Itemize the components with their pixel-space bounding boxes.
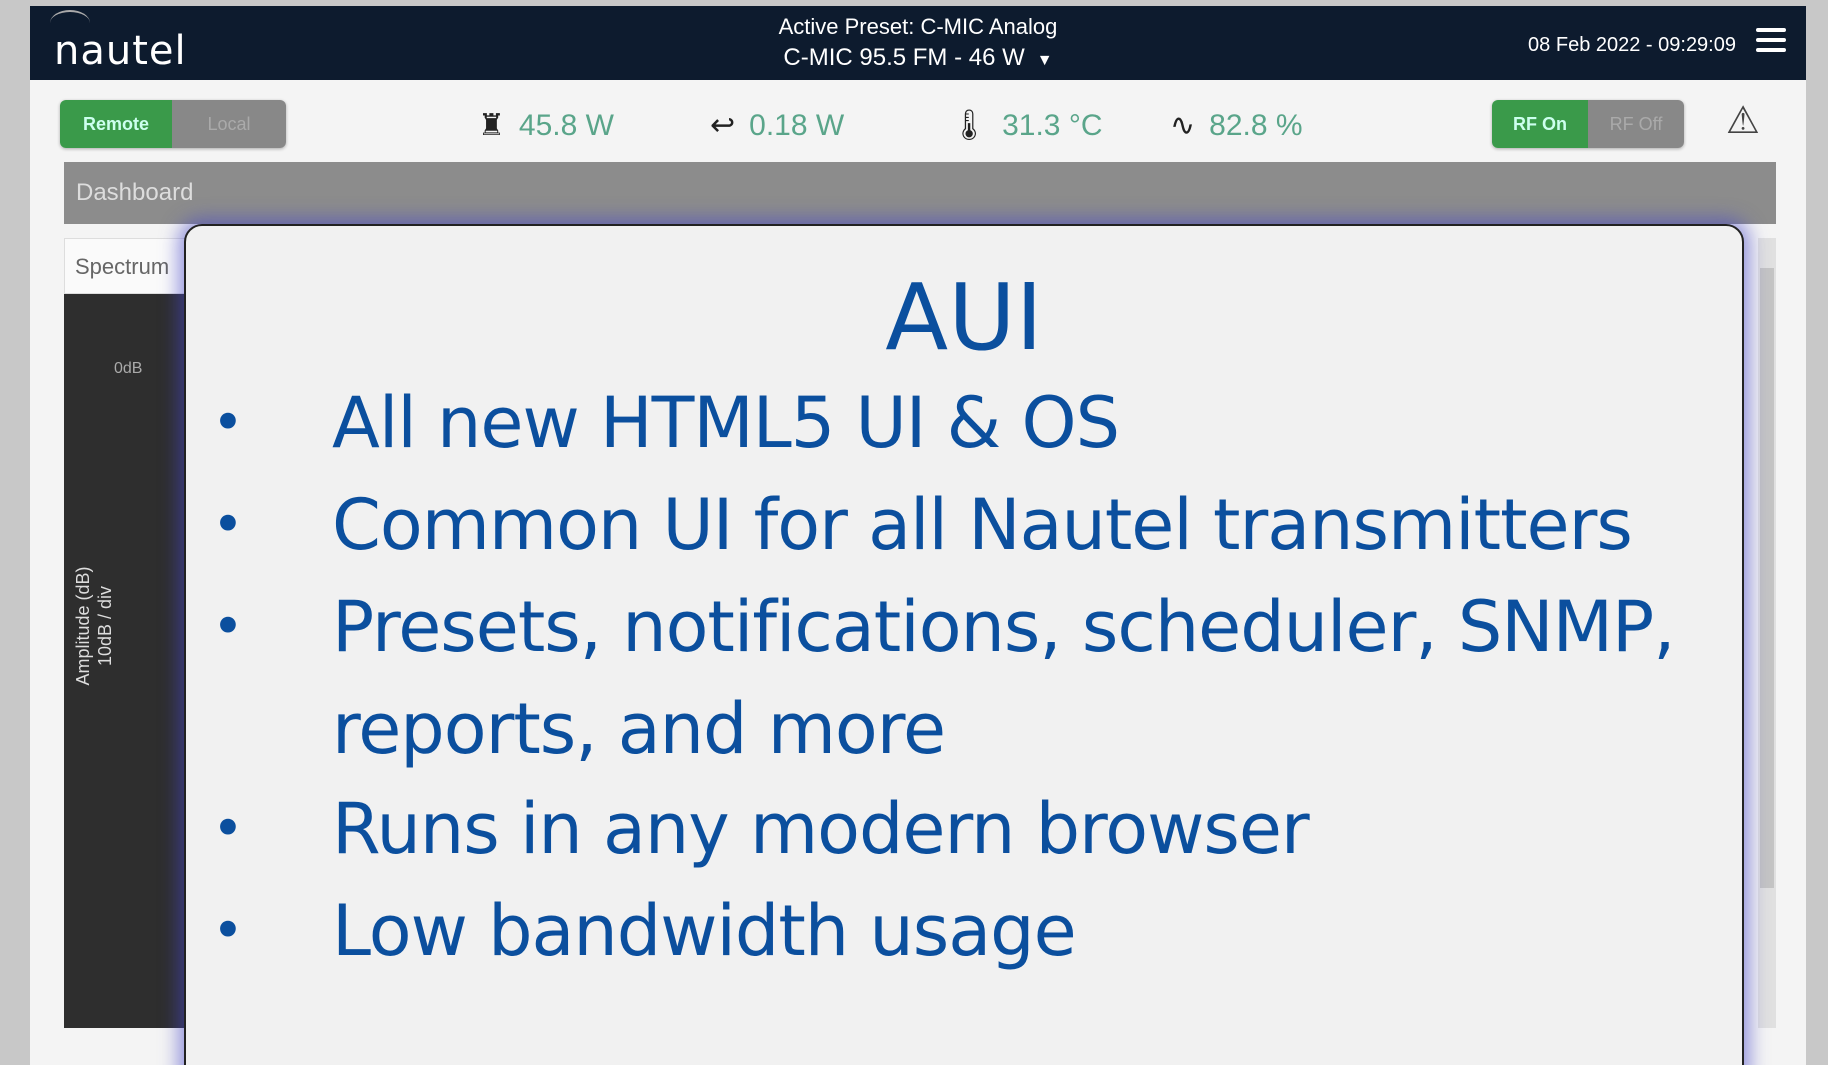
- rf-toggle[interactable]: RF On RF Off: [1492, 100, 1684, 148]
- scrollbar[interactable]: [1758, 238, 1776, 1028]
- warning-icon[interactable]: ⚠: [1726, 98, 1760, 143]
- waveform-icon: ∿: [1170, 109, 1196, 142]
- bullet-icon: •: [212, 391, 244, 454]
- forward-power-value: 45.8 W: [518, 108, 614, 142]
- local-option[interactable]: Local: [172, 100, 286, 148]
- bullet-icon: •: [212, 493, 244, 556]
- modulation-value: 82.8 %: [1209, 108, 1303, 142]
- preset-value: C-MIC 95.5 FM - 46 W: [783, 44, 1025, 71]
- antenna-icon: ♜: [478, 109, 505, 142]
- scrollbar-thumb[interactable]: [1760, 268, 1774, 888]
- modulation-meter: ∿ 82.8 %: [1170, 108, 1303, 143]
- bullet-list: • All new HTML5 UI & OS • Common UI for al…: [186, 372, 1742, 982]
- slide-title: AUI: [885, 264, 1043, 371]
- reflected-power-value: 0.18 W: [749, 108, 845, 142]
- top-header: nautel Active Preset: C-MIC Analog C-MIC…: [30, 6, 1806, 80]
- rf-on-option[interactable]: RF On: [1492, 100, 1588, 148]
- temperature-value: 31.3 °C: [1002, 108, 1103, 142]
- list-item: • All new HTML5 UI & OS: [186, 372, 1742, 474]
- list-item: • Low bandwidth usage: [186, 880, 1742, 982]
- bullet-icon: •: [212, 595, 244, 658]
- date-time: 08 Feb 2022 - 09:29:09: [1528, 34, 1736, 56]
- app-window: nautel Active Preset: C-MIC Analog C-MIC…: [30, 6, 1806, 1065]
- status-bar: Remote Local ♜ 45.8 W ↩ 0.18 W 🌡 31.3 °C…: [30, 80, 1806, 162]
- plot-tick-label: 0dB: [114, 360, 143, 377]
- list-item: • Common UI for all Nautel transmitters: [186, 474, 1742, 576]
- list-item: • Presets, notifications, scheduler, SNMP…: [186, 576, 1742, 678]
- y-axis-label: Amplitude (dB) 10dB / div: [73, 566, 115, 686]
- caret-down-icon: ▼: [1036, 52, 1053, 69]
- reflected-power-icon: ↩: [710, 109, 736, 142]
- thermometer-icon: 🌡: [950, 109, 989, 142]
- slide-overlay-card: AUI • All new HTML5 UI & OS • Common UI fo…: [184, 224, 1744, 1065]
- hamburger-menu-icon[interactable]: [1756, 28, 1786, 58]
- temperature-meter: 🌡 31.3 °C: [950, 108, 1102, 143]
- forward-power-meter: ♜ 45.8 W: [478, 108, 614, 143]
- reflected-power-meter: ↩ 0.18 W: [710, 108, 844, 143]
- rf-off-option[interactable]: RF Off: [1588, 100, 1684, 148]
- bullet-icon: •: [212, 899, 244, 962]
- bullet-icon: •: [212, 797, 244, 860]
- remote-local-toggle[interactable]: Remote Local: [60, 100, 286, 148]
- list-item-continuation: reports, and more: [332, 688, 946, 770]
- list-item: • Runs in any modern browser: [186, 778, 1742, 880]
- remote-option[interactable]: Remote: [60, 100, 172, 148]
- dashboard-title: Dashboard: [64, 162, 1776, 224]
